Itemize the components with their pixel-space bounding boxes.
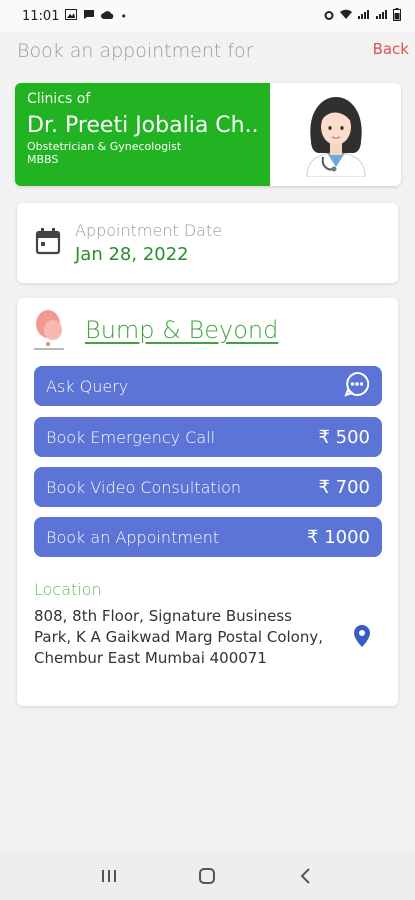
- cloud-icon: [101, 9, 114, 24]
- location-label: Location: [34, 580, 102, 599]
- status-time: 11:01: [22, 8, 60, 24]
- action-price: ₹ 500: [318, 426, 370, 448]
- book-video-consultation-button[interactable]: Book Video Consultation ₹ 700: [34, 467, 382, 507]
- action-label: Ask Query: [46, 376, 129, 396]
- signal-icon: [357, 9, 371, 23]
- signal-icon-2: [375, 9, 389, 23]
- female-doctor-icon: [305, 96, 366, 177]
- doctor-specialization: Obstetrician & Gynecologist: [27, 140, 182, 153]
- appointment-date-value: Jan 28, 2022: [75, 244, 189, 265]
- message-icon: [83, 9, 95, 24]
- doctor-card: Clinics of Dr. Preeti Jobalia Ch... Obst…: [15, 83, 401, 186]
- action-price: ₹ 700: [318, 476, 370, 498]
- clinic-card: Bump & Beyond Ask Query Book Emergency C…: [17, 298, 398, 706]
- alarm-icon: [323, 9, 335, 24]
- clinic-name-link[interactable]: Bump & Beyond: [85, 316, 278, 344]
- action-price: ₹ 1000: [307, 526, 370, 548]
- back-nav-icon[interactable]: [286, 856, 326, 896]
- battery-icon: [393, 8, 401, 24]
- map-pin-icon[interactable]: [353, 624, 371, 652]
- book-appointment-button[interactable]: Book an Appointment ₹ 1000: [34, 517, 382, 557]
- page-title: Book an appointment for: [17, 40, 254, 62]
- doctor-avatar: [270, 83, 401, 186]
- clinics-of-label: Clinics of: [27, 91, 91, 107]
- clinic-header: Bump & Beyond: [32, 308, 278, 352]
- location-address: 808, 8th Floor, Signature Business Park,…: [34, 607, 323, 667]
- home-icon[interactable]: [187, 856, 227, 896]
- doctor-name: Dr. Preeti Jobalia Ch...: [27, 113, 258, 138]
- system-nav-bar: [0, 852, 415, 900]
- chat-icon: [344, 371, 370, 401]
- clinic-logo: [32, 308, 68, 352]
- doctor-degree: MBBS: [27, 153, 59, 166]
- doctor-info: Clinics of Dr. Preeti Jobalia Ch... Obst…: [15, 83, 270, 186]
- appointment-date-card[interactable]: Appointment Date Jan 28, 2022: [17, 203, 398, 283]
- status-bar: 11:01 •: [0, 0, 415, 32]
- calendar-icon: [35, 227, 61, 259]
- image-icon: [65, 8, 78, 24]
- status-dot: •: [120, 9, 127, 23]
- book-emergency-call-button[interactable]: Book Emergency Call ₹ 500: [34, 417, 382, 457]
- wifi-icon: [339, 9, 353, 23]
- appointment-date-label: Appointment Date: [75, 221, 223, 240]
- recent-apps-icon[interactable]: [89, 856, 129, 896]
- ask-query-button[interactable]: Ask Query: [34, 366, 382, 406]
- header: Book an appointment for Back: [0, 32, 415, 72]
- back-button[interactable]: Back: [373, 40, 409, 58]
- action-label: Book Emergency Call: [46, 427, 216, 447]
- action-label: Book Video Consultation: [46, 477, 242, 497]
- action-label: Book an Appointment: [46, 527, 220, 547]
